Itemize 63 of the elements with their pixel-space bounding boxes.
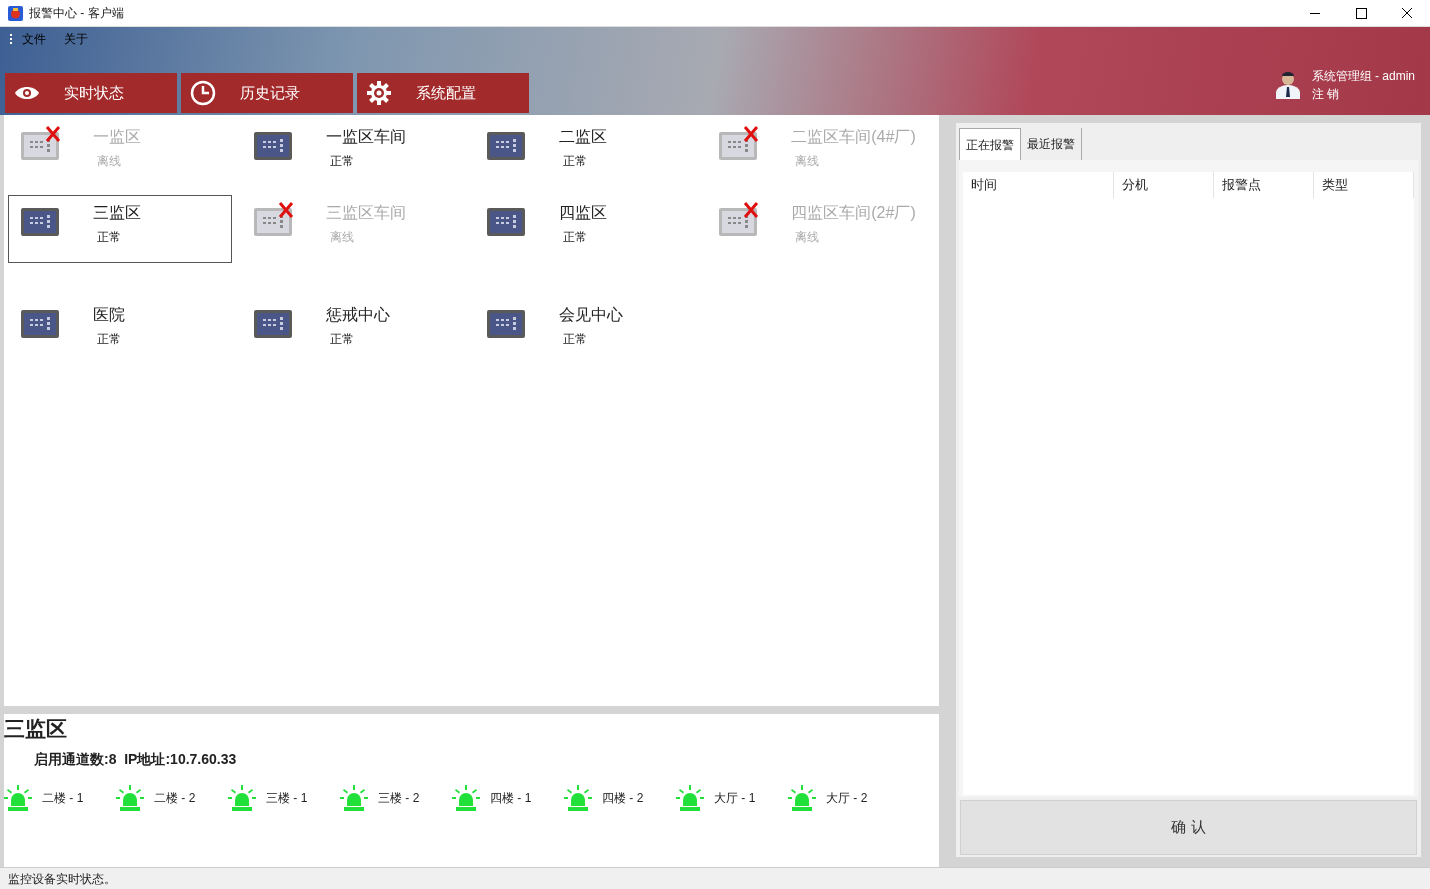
device-name: 三监区车间 — [325, 203, 406, 223]
alarm-tab[interactable]: 正在报警 — [959, 128, 1021, 160]
device-status: 正常 — [562, 331, 588, 348]
device-status: 离线 — [97, 153, 122, 170]
device-status: 正常 — [97, 229, 122, 246]
device-name: 四监区车间(2#厂) — [791, 203, 916, 223]
siren-icon — [228, 784, 256, 812]
app-icon — [8, 5, 23, 21]
confirm-button[interactable]: 确 认 — [960, 800, 1417, 855]
offline-panel-icon[interactable] — [251, 202, 296, 238]
siren-icon — [116, 784, 144, 812]
eye-icon — [14, 85, 40, 101]
siren-icon — [564, 784, 592, 812]
channel-label: 四楼 - 2 — [602, 790, 644, 807]
siren-icon — [788, 784, 816, 812]
device-name: 四监区 — [558, 203, 607, 223]
device-name: 医院 — [93, 305, 125, 325]
device-name: 一监区 — [93, 127, 141, 147]
device-card[interactable]: 三监区 正常 — [8, 195, 232, 263]
channel-label: 大厅 - 2 — [826, 790, 868, 807]
nav-button[interactable]: 系统配置 — [357, 73, 529, 113]
column-header[interactable]: 时间 — [963, 172, 1114, 198]
column-header[interactable]: 类型 — [1314, 172, 1414, 198]
window-title: 报警中心 - 客户端 — [29, 5, 124, 22]
menu-item[interactable]: 关于 — [64, 30, 88, 48]
nav-button[interactable]: 历史记录 — [181, 73, 353, 113]
channel-label: 四楼 - 1 — [490, 790, 532, 807]
menu-item[interactable]: 文件 — [22, 30, 46, 48]
device-status: 正常 — [329, 331, 355, 348]
device-name: 会见中心 — [558, 305, 623, 325]
channel-label: 二楼 - 1 — [42, 790, 84, 807]
device-info: 启用通道数:8 IP地址:10.7.60.33 — [34, 750, 238, 769]
siren-icon — [4, 784, 32, 812]
device-name: 三监区 — [93, 203, 141, 223]
channel-label: 大厅 - 1 — [714, 790, 756, 807]
column-header[interactable]: 报警点 — [1214, 172, 1314, 198]
user-avatar-icon — [1273, 71, 1302, 99]
device-name: 惩戒中心 — [325, 305, 390, 325]
device-status: 离线 — [329, 229, 355, 246]
logout-link[interactable]: 注 销 — [1311, 85, 1415, 103]
channel-label: 三楼 - 2 — [378, 790, 420, 807]
nav-button[interactable]: 实时状态 — [5, 73, 177, 113]
offline-panel-icon[interactable] — [19, 126, 63, 162]
device-status: 正常 — [562, 153, 588, 170]
column-header[interactable]: 分机 — [1114, 172, 1214, 198]
siren-icon — [340, 784, 368, 812]
device-name: 二监区车间(4#厂) — [791, 127, 916, 147]
device-name: 一监区车间 — [325, 127, 406, 147]
device-name: 二监区 — [558, 127, 607, 147]
device-status: 正常 — [97, 331, 122, 348]
device-status: 正常 — [329, 153, 355, 170]
device-title: 三监区 — [4, 716, 68, 742]
settings-icon — [366, 80, 392, 106]
siren-icon — [452, 784, 480, 812]
status-text: 监控设备实时状态。 — [8, 870, 116, 888]
channel-label: 二楼 - 2 — [154, 790, 196, 807]
device-status: 正常 — [562, 229, 588, 246]
device-status: 离线 — [795, 153, 821, 170]
user-name: 系统管理组 - admin — [1311, 68, 1415, 85]
siren-icon — [676, 784, 704, 812]
clock-icon — [190, 80, 216, 106]
device-status: 离线 — [795, 229, 821, 246]
channel-label: 三楼 - 1 — [266, 790, 308, 807]
